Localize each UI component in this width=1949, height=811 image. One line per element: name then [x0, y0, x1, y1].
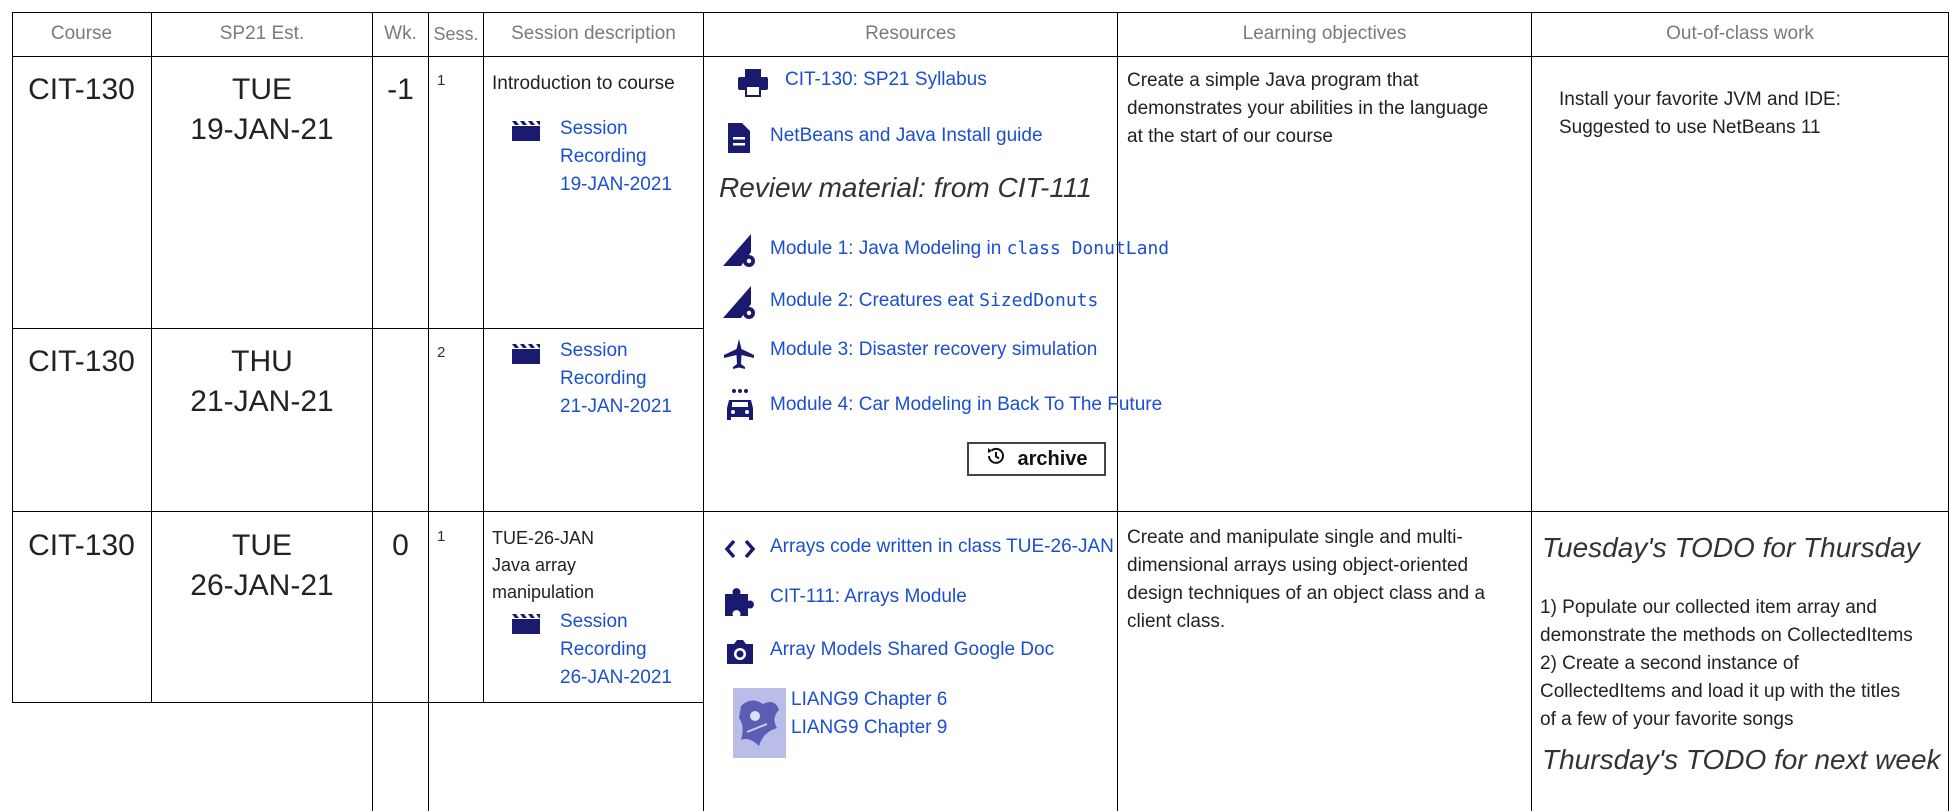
row3-description-line: manipulation — [492, 582, 595, 602]
col-objectives-divider — [1531, 12, 1532, 811]
liang-chapter6-link[interactable]: LIANG9 Chapter 6 — [791, 686, 947, 714]
airplane-icon — [723, 338, 755, 370]
google-doc-link[interactable]: Array Models Shared Google Doc — [770, 636, 1054, 664]
row2-day: THU — [231, 345, 293, 378]
header-objectives: Learning objectives — [1242, 23, 1407, 44]
recording-date: 19-JAN-2021 — [560, 174, 672, 195]
todo-line: demonstrate the methods on CollectedItem… — [1540, 625, 1913, 646]
todo-line: CollectedItems and load it up with the t… — [1540, 681, 1901, 702]
col-description-divider — [703, 12, 704, 811]
row3-day: TUE — [232, 529, 292, 562]
module2-link[interactable]: Module 2: Creatures eat SizedDonuts — [770, 287, 1098, 315]
printer-icon — [737, 68, 769, 98]
module4-link[interactable]: Module 4: Car Modeling in Back To The Fu… — [770, 391, 1162, 419]
row3-bottom-border — [12, 702, 703, 703]
row1-session: 1 — [437, 72, 446, 89]
book-cover-image — [733, 688, 786, 758]
todo-line: 1) Populate our collected item array and — [1540, 597, 1877, 618]
recording-date: 26-JAN-2021 — [560, 667, 672, 688]
document-icon — [727, 122, 751, 154]
header-resources: Resources — [865, 23, 956, 44]
row2-date: 21-JAN-21 — [190, 385, 334, 418]
recording-label-1: Session — [560, 340, 628, 361]
module2-text: Module 2: Creatures eat — [770, 290, 980, 311]
week2-objective-line: dimensional arrays using object-oriented — [1127, 555, 1469, 576]
row3-date: 26-JAN-21 — [190, 569, 334, 602]
row1-course: CIT-130 — [28, 73, 135, 106]
syllabus-link[interactable]: CIT-130: SP21 Syllabus — [785, 66, 987, 94]
arrays-module-link[interactable]: CIT-111: Arrays Module — [770, 583, 967, 611]
week1-objective-line: Create a simple Java program that — [1127, 70, 1419, 91]
recording-label-2: Recording — [560, 639, 647, 660]
module1-text: Module 1: Java Modeling in — [770, 238, 1007, 259]
row1-day: TUE — [232, 73, 292, 106]
week2-objective-line: design techniques of an object class and… — [1127, 583, 1486, 604]
header-course: Course — [50, 23, 113, 44]
recording-label-1: Session — [560, 118, 628, 139]
recording-date: 21-JAN-2021 — [560, 396, 672, 417]
week2-objective-line: client class. — [1127, 611, 1226, 632]
recording-label-2: Recording — [560, 368, 647, 389]
header-bottom-border — [12, 56, 1949, 57]
row3-description-line: Java array — [492, 555, 577, 575]
header-session: Sess. — [433, 24, 479, 44]
header-est: SP21 Est. — [219, 23, 305, 44]
week1-bottom-border — [12, 511, 1949, 512]
row1-description: Introduction to course — [492, 73, 675, 94]
archive-label: archive — [1017, 447, 1088, 470]
module3-link[interactable]: Module 3: Disaster recovery simulation — [770, 336, 1097, 364]
row2-course: CIT-130 — [28, 345, 135, 378]
history-icon — [985, 445, 1007, 473]
todo-line: of a few of your favorite songs — [1540, 709, 1794, 730]
drafting-gear-icon — [721, 284, 757, 320]
recording-label-2: Recording — [560, 146, 647, 167]
install-guide-link[interactable]: NetBeans and Java Install guide — [770, 122, 1043, 150]
col-session-divider — [483, 12, 484, 703]
col-est-divider — [372, 12, 373, 811]
clapperboard-icon — [511, 613, 541, 635]
puzzle-piece-icon — [723, 585, 755, 617]
header-description: Session description — [511, 23, 676, 44]
week1-work-line: Install your favorite JVM and IDE: — [1559, 89, 1841, 110]
module1-link[interactable]: Module 1: Java Modeling in class DonutLa… — [770, 235, 1169, 263]
clapperboard-icon — [511, 343, 541, 365]
row3-session: 1 — [437, 528, 446, 545]
todo-thursday-heading: Tuesday's TODO for Thursday — [1542, 532, 1920, 563]
week1-number: -1 — [387, 73, 414, 106]
clapperboard-icon — [511, 120, 541, 142]
todo-line: 2) Create a second instance of — [1540, 653, 1799, 674]
header-week: Wk. — [384, 23, 417, 44]
week1-work-line: Suggested to use NetBeans 11 — [1559, 117, 1821, 138]
module1-code: class DonutLand — [1006, 238, 1170, 259]
col-week-divider — [428, 12, 429, 811]
drafting-gear-icon — [721, 232, 757, 268]
liang-chapter9-link[interactable]: LIANG9 Chapter 9 — [791, 714, 947, 742]
review-heading: Review material: from CIT-111 — [719, 172, 1092, 203]
arrays-code-link[interactable]: Arrays code written in class TUE-26-JAN — [770, 533, 1114, 561]
recording-label-1: Session — [560, 611, 628, 632]
row1-bottom-border — [12, 328, 703, 329]
todo-next-week-heading: Thursday's TODO for next week — [1542, 744, 1941, 775]
row3-description-line: TUE-26-JAN — [492, 528, 595, 548]
week1-objective-line: demonstrates your abilities in the langu… — [1127, 98, 1489, 119]
week1-objective-line: at the start of our course — [1127, 126, 1333, 147]
row1-date: 19-JAN-21 — [190, 113, 334, 146]
week2-number: 0 — [392, 529, 409, 562]
module2-code: SizedDonuts — [979, 290, 1099, 311]
week2-objective-line: Create and manipulate single and multi- — [1127, 527, 1463, 548]
row3-course: CIT-130 — [28, 529, 135, 562]
header-work: Out-of-class work — [1666, 23, 1814, 44]
row2-session: 2 — [437, 344, 446, 361]
code-brackets-icon — [724, 539, 756, 559]
car-icon — [725, 388, 755, 424]
archive-button[interactable]: archive — [967, 442, 1106, 476]
course-schedule-table: Course SP21 Est. Wk. Sess. Session descr… — [0, 0, 1949, 811]
camera-icon — [725, 638, 755, 666]
